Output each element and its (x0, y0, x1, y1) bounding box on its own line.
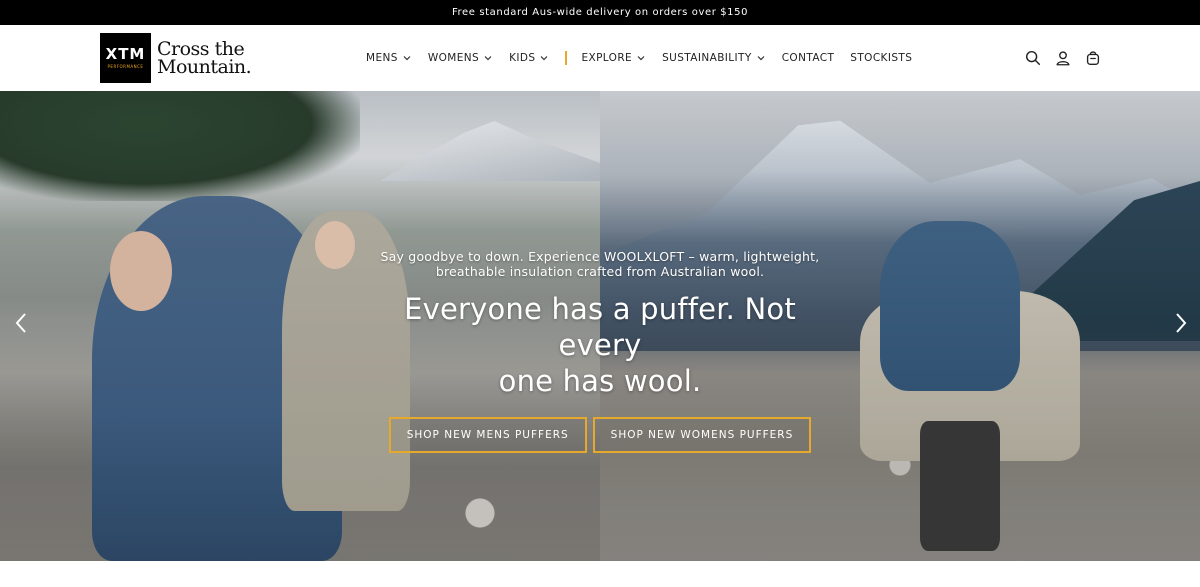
shop-mens-puffers-button[interactable]: SHOP NEW MENS PUFFERS (388, 417, 587, 453)
chevron-down-icon (541, 56, 548, 61)
announcement-text: Free standard Aus-wide delivery on order… (451, 7, 749, 18)
nav-item-label: CONTACT (781, 52, 835, 64)
logo-subtitle: PERFORMANCE (107, 64, 144, 69)
nav-item-label: STOCKISTS (850, 52, 913, 64)
nav-item-label: KIDS (509, 52, 536, 64)
hero-subtitle: Say goodbye to down. Experience WOOLXLOF… (370, 249, 830, 279)
nav-item-sustainability[interactable]: SUSTAINABILITY (662, 52, 766, 64)
chevron-down-icon (757, 56, 765, 61)
shop-womens-puffers-button[interactable]: SHOP NEW WOMENS PUFFERS (592, 417, 812, 453)
nav-item-label: SUSTAINABILITY (662, 52, 752, 64)
main-nav: MENS WOMENS KIDS EXPLORE SUSTAINABILITY … (366, 25, 928, 91)
hero-content: Say goodbye to down. Experience WOOLXLOF… (370, 249, 830, 453)
previous-slide-arrow-icon[interactable] (12, 311, 30, 335)
announcement-bar: Free standard Aus-wide delivery on order… (0, 0, 1200, 25)
logo-wordmark: Cross the Mountain. (157, 40, 252, 78)
account-icon[interactable] (1054, 49, 1072, 67)
hero-subtitle-line-2: breathable insulation crafted from Austr… (435, 264, 765, 279)
logo-mark-box: XTM PERFORMANCE (100, 33, 151, 83)
nav-item-label: EXPLORE (581, 52, 633, 64)
header-icons (1024, 25, 1102, 91)
site-logo[interactable]: XTM PERFORMANCE Cross the Mountain. (100, 33, 252, 83)
nav-item-label: WOMENS (427, 52, 480, 64)
next-slide-arrow-icon[interactable] (1172, 311, 1190, 335)
logo-line-2: Mountain. (157, 56, 252, 78)
hero-title: Everyone has a puffer. Not every one has… (370, 291, 830, 399)
hero-title-line-2: one has wool. (498, 364, 702, 398)
hero-title-line-1: Everyone has a puffer. Not every (404, 292, 796, 362)
chevron-down-icon (637, 56, 645, 61)
hero-buttons: SHOP NEW MENS PUFFERS SHOP NEW WOMENS PU… (370, 417, 830, 453)
search-icon[interactable] (1024, 49, 1042, 67)
nav-item-mens[interactable]: MENS (366, 52, 412, 64)
chevron-down-icon (484, 56, 492, 61)
page-below-hero (0, 561, 1200, 587)
nav-item-womens[interactable]: WOMENS (428, 52, 493, 64)
nav-item-contact[interactable]: CONTACT (782, 52, 835, 64)
nav-divider (565, 51, 568, 65)
nav-item-label: MENS (366, 52, 398, 64)
hero-subtitle-line-1: Say goodbye to down. Experience WOOLXLOF… (380, 249, 820, 264)
nav-item-stockists[interactable]: STOCKISTS (850, 52, 912, 64)
chevron-down-icon (403, 56, 411, 61)
site-header: XTM PERFORMANCE Cross the Mountain. MENS… (0, 25, 1200, 91)
nav-item-kids[interactable]: KIDS (509, 52, 549, 64)
cart-icon[interactable] (1084, 49, 1102, 67)
hero-slideshow: Say goodbye to down. Experience WOOLXLOF… (0, 91, 1200, 561)
logo-mark: XTM (105, 45, 146, 63)
nav-item-explore[interactable]: EXPLORE (581, 52, 646, 64)
